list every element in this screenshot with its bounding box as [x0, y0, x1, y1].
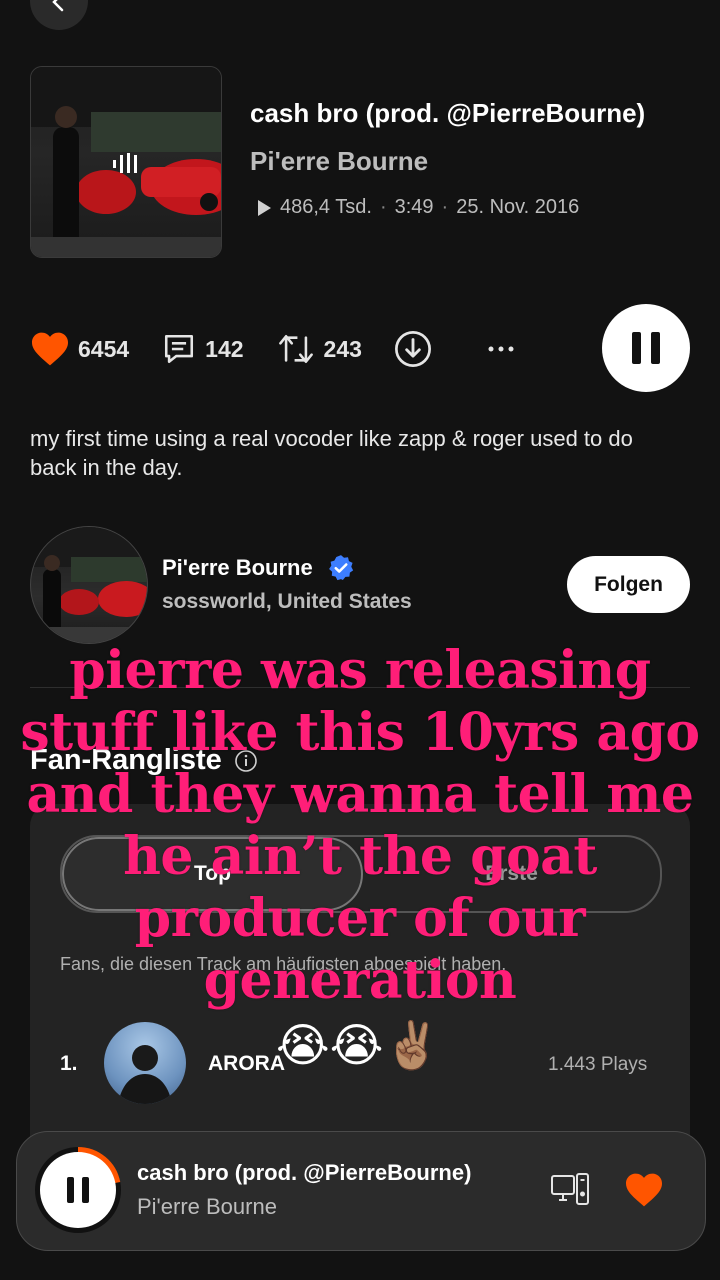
track-duration: 3:49	[394, 196, 434, 218]
fan-rank: 1.	[60, 1052, 78, 1075]
track-artwork[interactable]	[30, 66, 222, 258]
repost-count: 243	[323, 335, 362, 362]
release-date: 25. Nov. 2016	[456, 196, 580, 218]
follow-button[interactable]: Folgen	[567, 556, 690, 613]
meta-separator: ·	[379, 196, 387, 218]
mini-player-title: cash bro (prod. @PierreBourne)	[137, 1160, 472, 1185]
fan-plays: 1.443 Plays	[548, 1054, 648, 1075]
track-meta: 486,4 Tsd. · 3:49 · 25. Nov. 2016	[256, 196, 579, 219]
artist-avatar[interactable]	[30, 526, 148, 644]
comment-icon	[165, 334, 194, 364]
comment-button[interactable]: 142	[161, 332, 244, 366]
track-title: cash bro (prod. @PierreBourne)	[250, 98, 646, 128]
repost-icon	[278, 334, 313, 364]
pause-button[interactable]	[602, 304, 690, 392]
fan-avatar[interactable]	[104, 1022, 186, 1104]
artist-name-row: Pi'erre Bourne	[162, 554, 355, 582]
overlay-caption: pierre was releasing stuff like this 10y…	[20, 640, 700, 1011]
download-button[interactable]	[394, 330, 432, 368]
mini-player-pause-button[interactable]	[40, 1152, 116, 1228]
mini-player-like-button[interactable]	[624, 1172, 664, 1213]
avatar-image	[31, 527, 147, 643]
track-artist[interactable]: Pi'erre Bourne	[250, 146, 428, 177]
action-bar: 6454 142 243	[30, 326, 548, 372]
play-count-icon	[258, 199, 271, 216]
comment-count: 142	[205, 335, 244, 362]
mini-player-artist: Pi'erre Bourne	[137, 1194, 277, 1219]
more-button[interactable]	[486, 344, 516, 354]
waveform-icon	[113, 153, 137, 173]
verified-badge-icon	[328, 555, 353, 581]
pause-icon	[67, 1177, 89, 1203]
artist-location: sossworld, United States	[162, 590, 412, 613]
pause-icon	[632, 332, 660, 364]
play-count: 486,4 Tsd.	[280, 196, 372, 218]
download-icon	[394, 331, 431, 367]
chevron-left-icon	[52, 0, 64, 12]
heart-icon	[32, 332, 68, 366]
artist-name[interactable]: Pi'erre Bourne	[162, 555, 313, 581]
devices-icon	[551, 1173, 589, 1205]
like-button[interactable]: 6454	[30, 331, 129, 367]
repost-button[interactable]: 243	[276, 332, 362, 366]
cast-button[interactable]	[550, 1172, 590, 1211]
fan-name[interactable]: ARORA	[208, 1052, 285, 1076]
overlay-emojis: 😭😭✌🏽	[276, 1019, 441, 1071]
track-description: my first time using a real vocoder like …	[30, 426, 633, 480]
fan-avatar-image	[118, 1045, 172, 1104]
heart-icon	[626, 1173, 662, 1207]
more-dots-icon	[488, 346, 514, 352]
meta-separator: ·	[441, 196, 449, 218]
like-count: 6454	[78, 335, 130, 362]
back-button[interactable]	[30, 0, 88, 30]
